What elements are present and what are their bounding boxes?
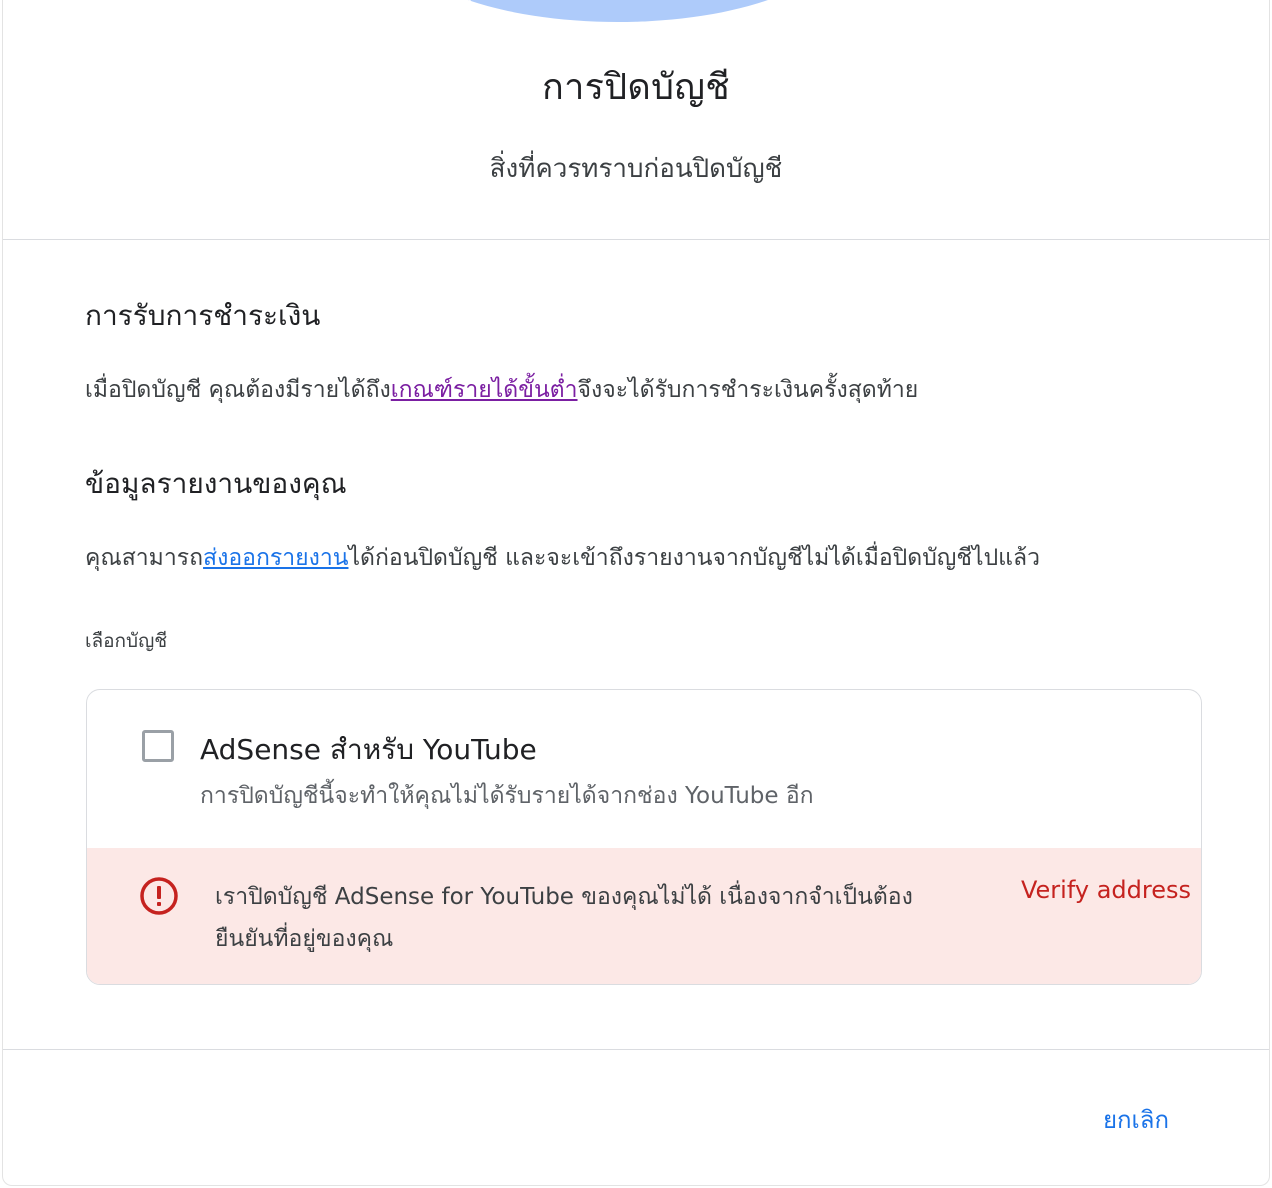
error-icon <box>140 877 178 915</box>
select-account-label: เลือกบัญชี <box>85 630 168 652</box>
footer-divider <box>3 1049 1269 1050</box>
account-checkbox[interactable] <box>142 730 174 762</box>
error-banner: เราปิดบัญชี AdSense for YouTube ของคุณไม… <box>87 848 1201 984</box>
account-description: การปิดบัญชีนี้จะทำให้คุณไม่ได้รับรายได้จ… <box>200 783 814 809</box>
verify-address-button[interactable]: Verify address <box>1021 876 1191 904</box>
close-account-dialog: การปิดบัญชี สิ่งที่ควรทราบก่อนปิดบัญชี ก… <box>2 0 1270 1186</box>
reports-text-after: ได้ก่อนปิดบัญชี และจะเข้าถึงรายงานจากบัญ… <box>348 545 1041 571</box>
payments-text: เมื่อปิดบัญชี คุณต้องมีรายได้ถึงเกณฑ์ราย… <box>85 372 918 408</box>
page-title: การปิดบัญชี <box>542 67 730 108</box>
payment-threshold-link[interactable]: เกณฑ์รายได้ขั้นต่ำ <box>391 377 578 403</box>
cancel-button[interactable]: ยกเลิก <box>1103 1100 1169 1139</box>
reports-heading: ข้อมูลรายงานของคุณ <box>85 467 347 500</box>
payments-heading: การรับการชำระเงิน <box>85 299 321 332</box>
reports-text-before: คุณสามารถ <box>85 545 204 571</box>
payments-text-after: จึงจะได้รับการชำระเงินครั้งสุดท้าย <box>577 377 919 403</box>
page-subtitle: สิ่งที่ควรทราบก่อนปิดบัญชี <box>489 154 783 184</box>
illustration-detail <box>463 0 483 16</box>
error-message: เราปิดบัญชี AdSense for YouTube ของคุณไม… <box>215 884 913 952</box>
reports-text: คุณสามารถส่งออกรายงานได้ก่อนปิดบัญชี และ… <box>85 540 1040 576</box>
header-divider <box>3 239 1269 240</box>
account-card: AdSense สำหรับ YouTube การปิดบัญชีนี้จะท… <box>86 689 1202 985</box>
payments-text-before: เมื่อปิดบัญชี คุณต้องมีรายได้ถึง <box>85 377 391 403</box>
account-name: AdSense สำหรับ YouTube <box>200 733 537 766</box>
export-reports-link[interactable]: ส่งออกรายงาน <box>203 545 348 571</box>
